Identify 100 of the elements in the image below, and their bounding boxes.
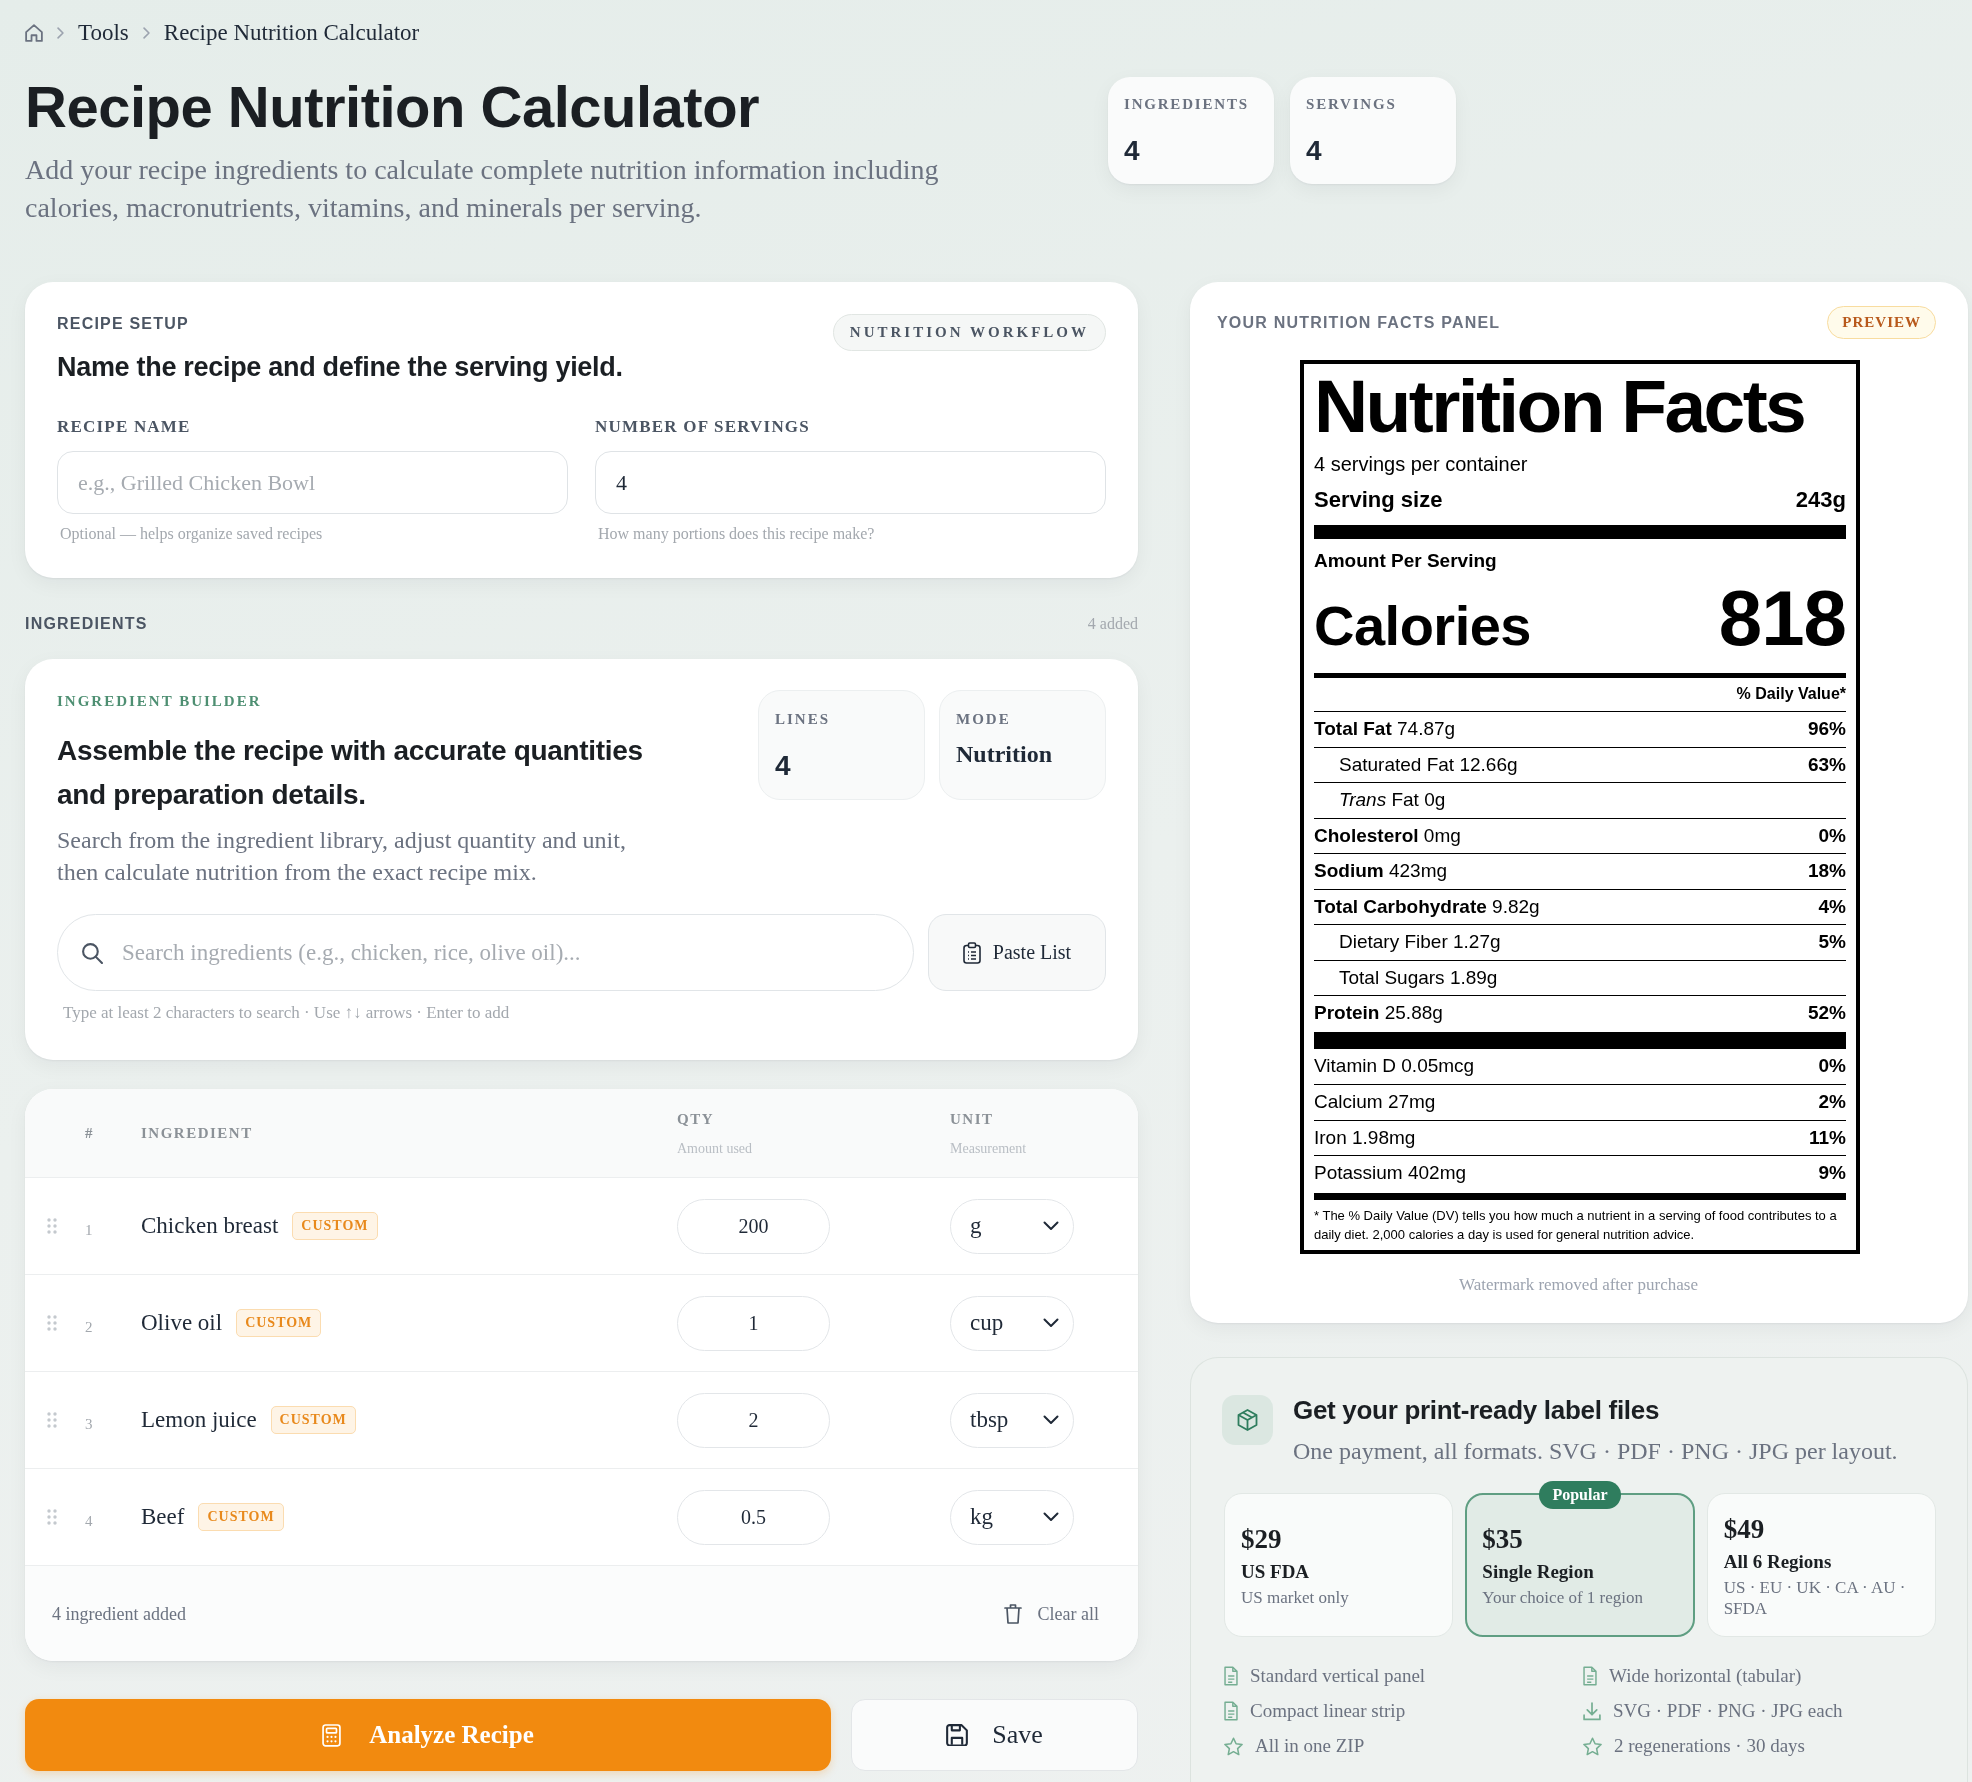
drag-handle-icon[interactable] (47, 1218, 57, 1234)
page-description: Add your recipe ingredients to calculate complete nutrition information including calories, macronutrients, vitamins, and minerals per serving. (25, 153, 940, 225)
calories-label: Calories (1314, 598, 1531, 654)
nutrient-text: Dietary Fiber 1.27g (1339, 931, 1501, 954)
plan-description: US market only (1241, 1587, 1349, 1608)
breadcrumb-current: Recipe Nutrition Calculator (163, 19, 420, 47)
save-button[interactable]: Save (851, 1699, 1138, 1771)
daily-value-footnote: * The % Daily Value (DV) tells you how much a nutrient in a serving of food contributes to a daily diet. 2,000 calories a day is used for general nutrition advice. (1314, 1206, 1838, 1244)
daily-value-percent: 63% (1807, 753, 1846, 776)
quantity-input[interactable]: 0.5 (677, 1489, 830, 1545)
nutrient-text: Protein 25.88g (1314, 1002, 1443, 1025)
drag-handle-icon[interactable] (47, 1509, 57, 1525)
stat-label: SERVINGS (1306, 95, 1397, 114)
feature-text: Compact linear strip (1250, 1699, 1406, 1723)
nutrient-text: Trans Fat 0g (1339, 789, 1446, 812)
search-field[interactable]: Search ingredients (e.g., chicken, rice, olive oil)... (57, 914, 914, 991)
download-icon (1583, 1701, 1601, 1721)
row-number: 3 (85, 1415, 93, 1434)
recipe-name-input[interactable]: e.g., Grilled Chicken Bowl (57, 451, 568, 514)
unit-select[interactable]: kg (950, 1489, 1074, 1545)
daily-value-percent: 11% (1809, 1126, 1846, 1149)
row-number: 1 (85, 1221, 93, 1240)
custom-tag: CUSTOM (292, 1212, 378, 1240)
clear-all-button[interactable]: Clear all (1003, 1601, 1099, 1626)
chevron-right-icon (142, 27, 150, 39)
document-icon (1224, 1701, 1238, 1721)
card-eyebrow: RECIPE SETUP (57, 314, 189, 334)
nutrient-text: Calcium 27mg (1314, 1091, 1436, 1114)
servings-per-container: 4 servings per container (1314, 452, 1528, 476)
pricing-title: Get your print-ready label files (1293, 1394, 1660, 1427)
daily-value-percent: 9% (1818, 1162, 1846, 1185)
daily-value-percent: 52% (1807, 1002, 1846, 1025)
feature-text: Standard vertical panel (1250, 1664, 1426, 1688)
field-hint: Optional — helps organize saved recipes (59, 524, 323, 545)
chevron-down-icon (1043, 1318, 1059, 1328)
field-hint: How many portions does this recipe make? (597, 524, 875, 545)
quantity-input[interactable]: 200 (677, 1198, 830, 1254)
daily-value-percent: 5% (1818, 931, 1846, 954)
unit-select[interactable]: g (950, 1198, 1074, 1254)
stat-label: INGREDIENTS (1124, 95, 1249, 114)
column-header: UNIT (950, 1109, 994, 1129)
paste-list-button[interactable]: Paste List (928, 914, 1106, 991)
column-subheader: Amount used (677, 1139, 753, 1158)
column-header: QTY (677, 1109, 714, 1129)
plan-name: All 6 Regions (1723, 1549, 1832, 1574)
quantity-input[interactable]: 2 (677, 1392, 830, 1448)
breadcrumb-link[interactable]: Tools (78, 18, 129, 48)
nutrient-text: Iron 1.98mg (1314, 1126, 1416, 1149)
stat-value: 4 (1124, 134, 1140, 168)
drag-handle-icon[interactable] (47, 1412, 57, 1428)
plan-price: $29 (1241, 1523, 1282, 1556)
ingredient-name: Chicken breast (141, 1212, 279, 1240)
daily-value-heading: % Daily Value* (1736, 684, 1846, 704)
daily-value-percent: 0% (1818, 824, 1846, 847)
feature-text: Wide horizontal (tabular) (1609, 1664, 1802, 1688)
stat-value: 4 (775, 749, 791, 783)
save-icon (946, 1724, 969, 1746)
document-icon (1583, 1666, 1597, 1686)
stat-value: 4 (1306, 134, 1322, 168)
drag-handle-icon[interactable] (47, 1315, 57, 1331)
serving-size-label: Serving size (1314, 486, 1443, 514)
popular-badge: Popular (1539, 1481, 1621, 1509)
daily-value-percent: 96% (1807, 718, 1846, 741)
serving-size-value: 243g (1795, 486, 1846, 514)
row-number: 4 (85, 1512, 93, 1531)
page-title: Recipe Nutrition Calculator (25, 73, 760, 140)
feature-text: SVG · PDF · PNG · JPG each (1613, 1699, 1843, 1723)
servings-input[interactable]: 4 (595, 451, 1106, 514)
pricing-subtitle: One payment, all formats. SVG · PDF · PNG · JPG per layout. (1293, 1437, 1898, 1466)
quantity-input[interactable]: 1 (677, 1295, 830, 1351)
nutrient-text: Total Sugars 1.89g (1339, 966, 1498, 989)
daily-value-percent: 2% (1818, 1091, 1846, 1114)
nutrient-text: Potassium 402mg (1314, 1162, 1467, 1185)
field-label: RECIPE NAME (57, 416, 191, 438)
card-eyebrow: INGREDIENT BUILDER (57, 692, 262, 711)
nutrient-text: Total Fat 74.87g (1314, 718, 1456, 741)
plan-card[interactable]: $29 US FDA US market only (1224, 1493, 1454, 1637)
ingredient-name: Lemon juice (141, 1406, 257, 1434)
card-description: Search from the ingredient library, adjust quantity and unit, then calculate nutrition from the exact recipe mix. (57, 826, 627, 887)
panel-title: YOUR NUTRITION FACTS PANEL (1217, 312, 1501, 333)
unit-select[interactable]: cup (950, 1295, 1074, 1351)
feature-text: 2 regenerations · 30 days (1614, 1734, 1805, 1758)
row-number: 2 (85, 1318, 93, 1337)
unit-select[interactable]: tbsp (950, 1392, 1074, 1448)
ingredient-count: 4 added (1087, 614, 1138, 634)
chevron-down-icon (1043, 1512, 1059, 1522)
card-heading: Name the recipe and define the serving yield. (57, 351, 623, 384)
workflow-badge: NUTRITION WORKFLOW (832, 314, 1106, 351)
plan-card[interactable]: $49 All 6 Regions US · EU · UK · CA · AU · SFDA (1706, 1493, 1936, 1637)
stat-label: LINES (775, 710, 831, 729)
home-icon[interactable] (25, 24, 43, 42)
amount-per-serving-label: Amount Per Serving (1314, 549, 1497, 573)
calories-value: 818 (1718, 579, 1846, 657)
nutrient-text: Cholesterol 0mg (1314, 824, 1461, 847)
search-icon (81, 941, 103, 964)
nutrient-text: Vitamin D 0.05mcg (1314, 1055, 1475, 1078)
cube-icon (1222, 1395, 1273, 1445)
plan-description: Your choice of 1 region (1482, 1587, 1643, 1608)
custom-tag: CUSTOM (236, 1309, 322, 1337)
star-icon (1224, 1736, 1243, 1756)
